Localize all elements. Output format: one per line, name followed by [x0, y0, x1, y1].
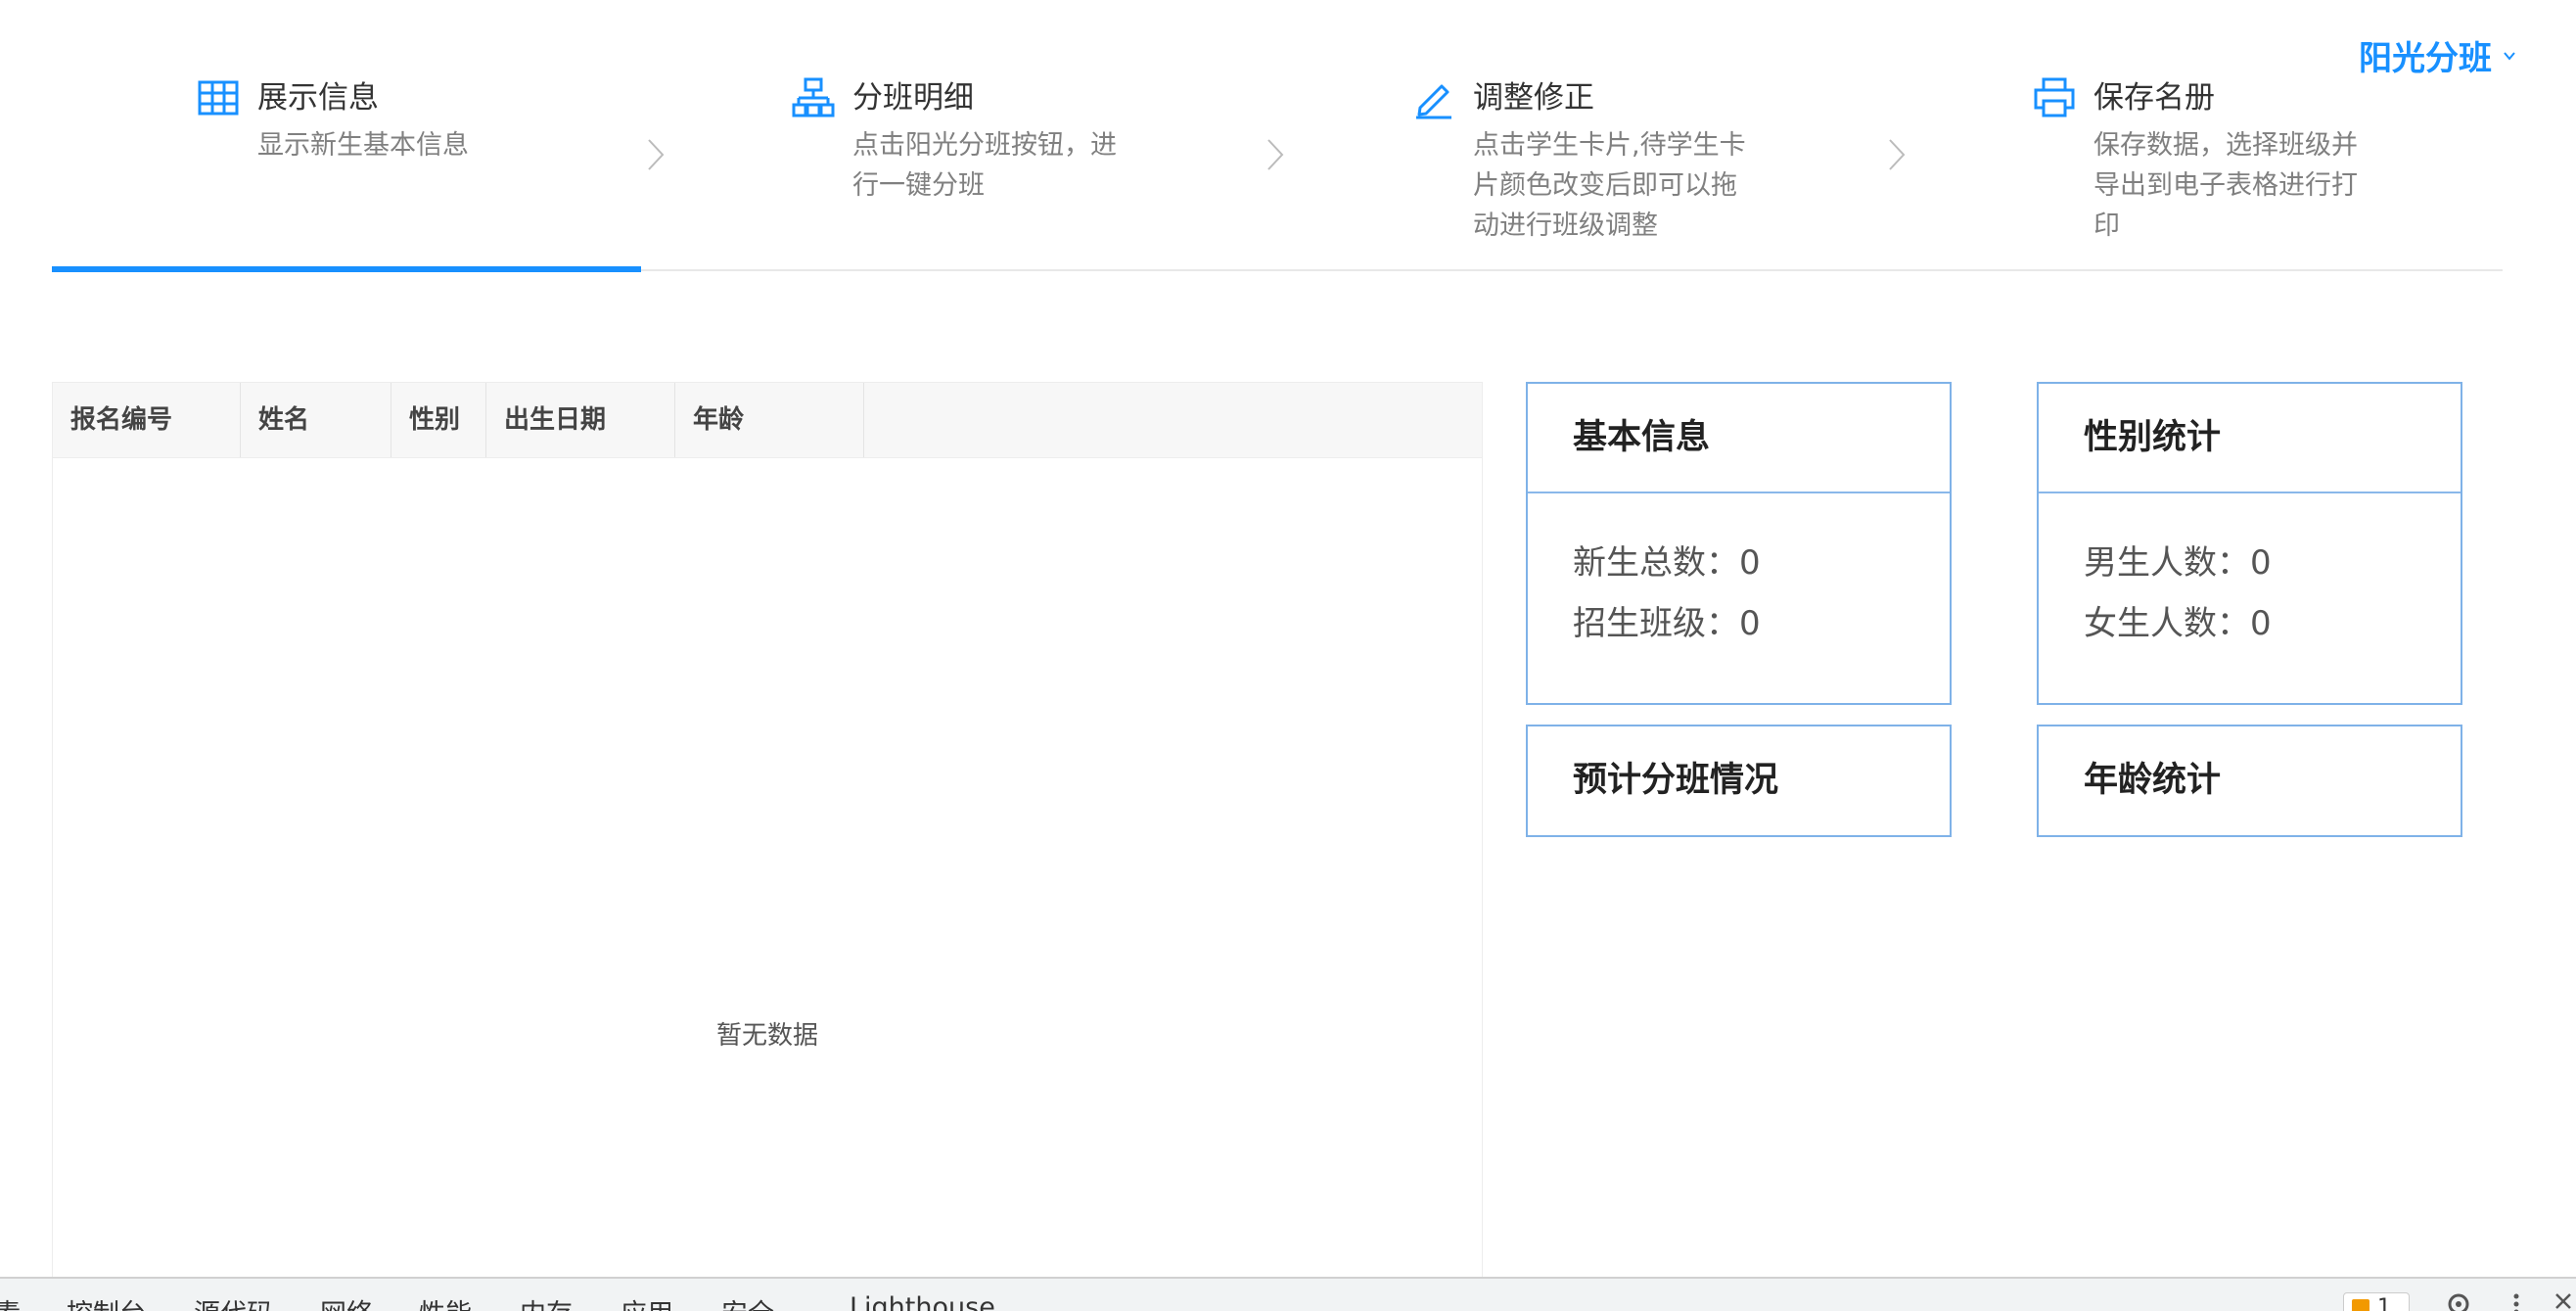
close-icon[interactable] — [2553, 1290, 2574, 1311]
devtools-tab[interactable]: Lighthouse — [850, 1292, 995, 1311]
issues-count: 1 — [2377, 1295, 2391, 1311]
empty-state-text: 暂无数据 — [715, 1021, 818, 1051]
card-basic-info: 基本信息 新生总数：0 招生班级：0 — [1526, 382, 1952, 705]
card-expected-classes: 预计分班情况 — [1526, 725, 1952, 837]
issues-badge[interactable]: 1 — [2343, 1292, 2410, 1311]
devtools-tabbar: 素 控制台 源代码 网络 性能 内存 应用 安全 Lighthouse 1 — [0, 1277, 2576, 1311]
column-header[interactable]: 报名编号 — [53, 383, 241, 457]
more-vertical-icon[interactable] — [2511, 1290, 2521, 1311]
step-desc: 点击阳光分班按钮，进行一键分班 — [852, 130, 1117, 201]
total-students: 新生总数：0 — [1573, 543, 1761, 583]
female-count: 女生人数：0 — [2084, 604, 2272, 643]
column-header[interactable]: 姓名 — [241, 383, 391, 457]
chevron-down-icon — [2504, 51, 2515, 61]
devtools-tab[interactable]: 安全 — [721, 1292, 774, 1311]
card-title: 性别统计 — [2039, 384, 2461, 493]
chevron-right-icon — [1889, 139, 1906, 170]
table-header: 报名编号 姓名 性别 出生日期 年龄 — [53, 383, 1482, 458]
devtools-tab[interactable]: 应用 — [621, 1292, 673, 1311]
devtools-tab[interactable]: 控制台 — [67, 1292, 146, 1311]
card-age-stats: 年龄统计 — [2037, 725, 2462, 837]
table-icon — [198, 80, 239, 116]
step-desc: 显示新生基本信息 — [257, 130, 469, 161]
column-header[interactable]: 性别 — [391, 383, 486, 457]
devtools-tab[interactable]: 源代码 — [194, 1292, 273, 1311]
step-title: 展示信息 — [257, 80, 379, 116]
step-title: 保存名册 — [2093, 80, 2215, 116]
column-header[interactable]: 年龄 — [675, 383, 864, 457]
chevron-right-icon — [1267, 139, 1284, 170]
warning-icon — [2352, 1299, 2369, 1311]
card-title: 基本信息 — [1528, 384, 1950, 493]
step-title: 分班明细 — [852, 80, 974, 116]
chevron-right-icon — [648, 139, 665, 170]
page: 阳光分班 展示信息 显示新生基本信息 分班明细 点击阳光分班按钮，进行一键分班 … — [0, 0, 2576, 1311]
active-step-indicator — [52, 266, 641, 272]
gear-icon[interactable] — [2445, 1290, 2472, 1311]
step-desc: 保存数据，选择班级并导出到电子表格进行打印 — [2093, 130, 2358, 241]
step-desc: 点击学生卡片,待学生卡片颜色改变后即可以拖动进行班级调整 — [1473, 130, 1746, 241]
card-title: 年龄统计 — [2084, 761, 2222, 800]
devtools-tab[interactable]: 性能 — [419, 1292, 472, 1311]
male-count: 男生人数：0 — [2084, 543, 2272, 583]
printer-icon — [2034, 77, 2075, 117]
devtools-tab[interactable]: 内存 — [520, 1292, 573, 1311]
org-chart-icon — [792, 77, 835, 117]
devtools-tab[interactable]: 素 — [0, 1292, 21, 1311]
step-title: 调整修正 — [1473, 80, 1594, 116]
card-gender-stats: 性别统计 男生人数：0 女生人数：0 — [2037, 382, 2462, 705]
steps-bar: 展示信息 显示新生基本信息 分班明细 点击阳光分班按钮，进行一键分班 调整修正 … — [52, 0, 2503, 272]
pencil-icon — [1416, 84, 1451, 119]
card-title: 预计分班情况 — [1573, 761, 1779, 800]
student-table: 报名编号 姓名 性别 出生日期 年龄 暂无数据 — [52, 382, 1483, 1311]
devtools-tab[interactable]: 网络 — [320, 1292, 373, 1311]
enrolled-classes: 招生班级：0 — [1573, 604, 1761, 643]
column-header[interactable]: 出生日期 — [486, 383, 675, 457]
